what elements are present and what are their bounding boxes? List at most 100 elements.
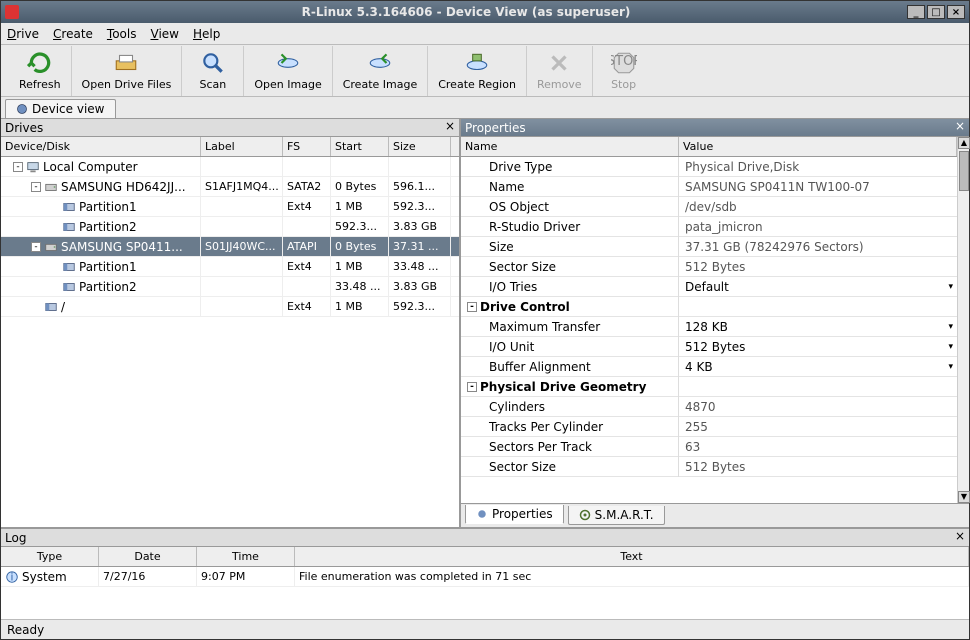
drive-row[interactable]: -SAMSUNG SP0411...S01JJ40WC...ATAPI0 Byt… bbox=[1, 237, 459, 257]
col-device[interactable]: Device/Disk bbox=[1, 137, 201, 156]
menu-drive[interactable]: Drive bbox=[7, 27, 39, 41]
drive-name: Partition2 bbox=[79, 280, 137, 294]
drives-title-label: Drives bbox=[5, 121, 43, 135]
col-prop-name[interactable]: Name bbox=[461, 137, 679, 156]
col-log-date[interactable]: Date bbox=[99, 547, 197, 566]
log-grid: Type Date Time Text iSystem7/27/169:07 P… bbox=[1, 547, 969, 619]
scroll-thumb[interactable] bbox=[959, 151, 969, 191]
tree-toggle[interactable]: - bbox=[31, 242, 41, 252]
open-image-icon bbox=[275, 50, 301, 76]
tab-smart-label: S.M.A.R.T. bbox=[595, 508, 654, 522]
prop-value: 37.31 GB (78242976 Sectors) bbox=[685, 240, 864, 254]
dropdown-icon[interactable]: ▾ bbox=[948, 282, 953, 292]
properties-scrollbar[interactable]: ▲ ▼ bbox=[957, 137, 969, 503]
tab-properties[interactable]: Properties bbox=[465, 505, 564, 524]
drive-row[interactable]: -Local Computer bbox=[1, 157, 459, 177]
tab-smart[interactable]: S.M.A.R.T. bbox=[568, 506, 665, 525]
prop-name-label: Sector Size bbox=[489, 260, 556, 274]
info-icon: i bbox=[5, 570, 19, 584]
part-icon bbox=[62, 220, 76, 234]
drives-close-icon[interactable]: × bbox=[443, 120, 457, 134]
col-fs[interactable]: FS bbox=[283, 137, 331, 156]
cell-size: 592.3... bbox=[389, 297, 451, 317]
cell-fs: Ext4 bbox=[283, 197, 331, 217]
log-header: Type Date Time Text bbox=[1, 547, 969, 567]
menu-create[interactable]: Create bbox=[53, 27, 93, 41]
prop-name-label: Drive Control bbox=[480, 300, 570, 314]
tree-toggle[interactable]: - bbox=[467, 302, 477, 312]
remove-icon bbox=[546, 50, 572, 76]
menu-view[interactable]: View bbox=[150, 27, 178, 41]
window-title: R-Linux 5.3.164606 - Device View (as sup… bbox=[25, 5, 907, 19]
refresh-label: Refresh bbox=[19, 78, 61, 91]
drive-name: Partition1 bbox=[79, 260, 137, 274]
property-row: Cylinders4870 bbox=[461, 397, 957, 417]
col-log-time[interactable]: Time bbox=[197, 547, 295, 566]
col-start[interactable]: Start bbox=[331, 137, 389, 156]
log-row[interactable]: iSystem7/27/169:07 PMFile enumeration wa… bbox=[1, 567, 969, 587]
create-image-button[interactable]: Create Image bbox=[333, 46, 429, 96]
drives-title: Drives × bbox=[1, 119, 459, 137]
main-area: Drives × Device/Disk Label FS Start Size… bbox=[1, 119, 969, 527]
prop-name-label: Name bbox=[489, 180, 524, 194]
device-view-tab[interactable]: Device view bbox=[5, 99, 116, 118]
create-region-button[interactable]: Create Region bbox=[428, 46, 527, 96]
scan-icon bbox=[200, 50, 226, 76]
property-row[interactable]: Maximum Transfer128 KB▾ bbox=[461, 317, 957, 337]
cell-fs bbox=[283, 277, 331, 297]
dropdown-icon[interactable]: ▾ bbox=[948, 322, 953, 332]
open-drive-label: Open Drive Files bbox=[82, 78, 172, 91]
drive-row[interactable]: /Ext41 MB592.3... bbox=[1, 297, 459, 317]
cell-size: 33.48 ... bbox=[389, 257, 451, 277]
minimize-button[interactable]: _ bbox=[907, 5, 925, 19]
maximize-button[interactable]: □ bbox=[927, 5, 945, 19]
cell-label bbox=[201, 217, 283, 237]
open-image-button[interactable]: Open Image bbox=[244, 46, 332, 96]
properties-pane: Properties × Name Value Drive TypePhysic… bbox=[461, 119, 969, 527]
smart-tab-icon bbox=[579, 509, 591, 521]
menu-help[interactable]: Help bbox=[193, 27, 220, 41]
prop-name-label: Physical Drive Geometry bbox=[480, 380, 646, 394]
scan-label: Scan bbox=[200, 78, 227, 91]
stop-button[interactable]: STOP Stop bbox=[593, 46, 655, 96]
col-log-text[interactable]: Text bbox=[295, 547, 969, 566]
col-prop-value[interactable]: Value bbox=[679, 137, 957, 156]
refresh-button[interactable]: Refresh bbox=[9, 46, 72, 96]
open-drive-files-button[interactable]: Open Drive Files bbox=[72, 46, 183, 96]
dropdown-icon[interactable]: ▾ bbox=[948, 342, 953, 352]
menu-tools[interactable]: Tools bbox=[107, 27, 137, 41]
properties-close-icon[interactable]: × bbox=[953, 120, 967, 134]
cell-size bbox=[389, 157, 451, 177]
close-button[interactable]: × bbox=[947, 5, 965, 19]
tree-toggle[interactable]: - bbox=[31, 182, 41, 192]
computer-icon bbox=[26, 160, 40, 174]
prop-value: Default bbox=[685, 280, 729, 294]
drive-row[interactable]: -SAMSUNG HD642JJ...S1AFJ1MQ4...SATA20 By… bbox=[1, 177, 459, 197]
open-image-label: Open Image bbox=[254, 78, 321, 91]
cell-start: 1 MB bbox=[331, 257, 389, 277]
create-image-label: Create Image bbox=[343, 78, 418, 91]
scroll-down-icon[interactable]: ▼ bbox=[958, 491, 970, 503]
prop-value: 128 KB bbox=[685, 320, 728, 334]
cell-label bbox=[201, 157, 283, 177]
log-close-icon[interactable]: × bbox=[953, 530, 967, 544]
open-drive-icon bbox=[113, 50, 139, 76]
remove-button[interactable]: Remove bbox=[527, 46, 593, 96]
drive-row[interactable]: Partition233.48 ...3.83 GB bbox=[1, 277, 459, 297]
property-row[interactable]: Buffer Alignment4 KB▾ bbox=[461, 357, 957, 377]
col-size[interactable]: Size bbox=[389, 137, 451, 156]
property-row[interactable]: I/O TriesDefault▾ bbox=[461, 277, 957, 297]
drive-row[interactable]: Partition1Ext41 MB592.3... bbox=[1, 197, 459, 217]
scan-button[interactable]: Scan bbox=[182, 46, 244, 96]
tree-toggle[interactable]: - bbox=[13, 162, 23, 172]
scroll-up-icon[interactable]: ▲ bbox=[958, 137, 970, 149]
prop-name-label: R-Studio Driver bbox=[489, 220, 580, 234]
col-label[interactable]: Label bbox=[201, 137, 283, 156]
drive-row[interactable]: Partition2592.3...3.83 GB bbox=[1, 217, 459, 237]
drive-row[interactable]: Partition1Ext41 MB33.48 ... bbox=[1, 257, 459, 277]
property-row[interactable]: I/O Unit512 Bytes▾ bbox=[461, 337, 957, 357]
cell-size: 3.83 GB bbox=[389, 217, 451, 237]
tree-toggle[interactable]: - bbox=[467, 382, 477, 392]
dropdown-icon[interactable]: ▾ bbox=[948, 362, 953, 372]
col-log-type[interactable]: Type bbox=[1, 547, 99, 566]
